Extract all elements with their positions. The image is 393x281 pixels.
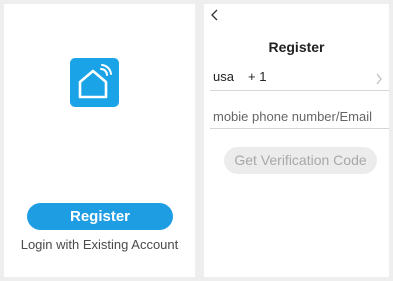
divider: [210, 128, 389, 129]
app-logo: [70, 58, 119, 107]
divider: [210, 90, 389, 91]
login-existing-account-link[interactable]: Login with Existing Account: [4, 237, 195, 252]
welcome-panel: Register Login with Existing Account: [4, 4, 195, 277]
country-selector[interactable]: usa + 1: [210, 66, 389, 88]
get-verification-code-button[interactable]: Get Verification Code: [224, 147, 377, 174]
page-title: Register: [268, 39, 325, 55]
chevron-right-icon: [376, 73, 382, 85]
country-name: usa: [213, 69, 234, 84]
register-panel: Register usa + 1 Get Verification Code: [204, 4, 392, 277]
smart-home-icon: [78, 64, 112, 99]
back-arrow-icon[interactable]: [208, 8, 222, 22]
account-input[interactable]: [210, 105, 392, 127]
country-code: + 1: [248, 69, 267, 84]
register-button[interactable]: Register: [27, 203, 173, 230]
